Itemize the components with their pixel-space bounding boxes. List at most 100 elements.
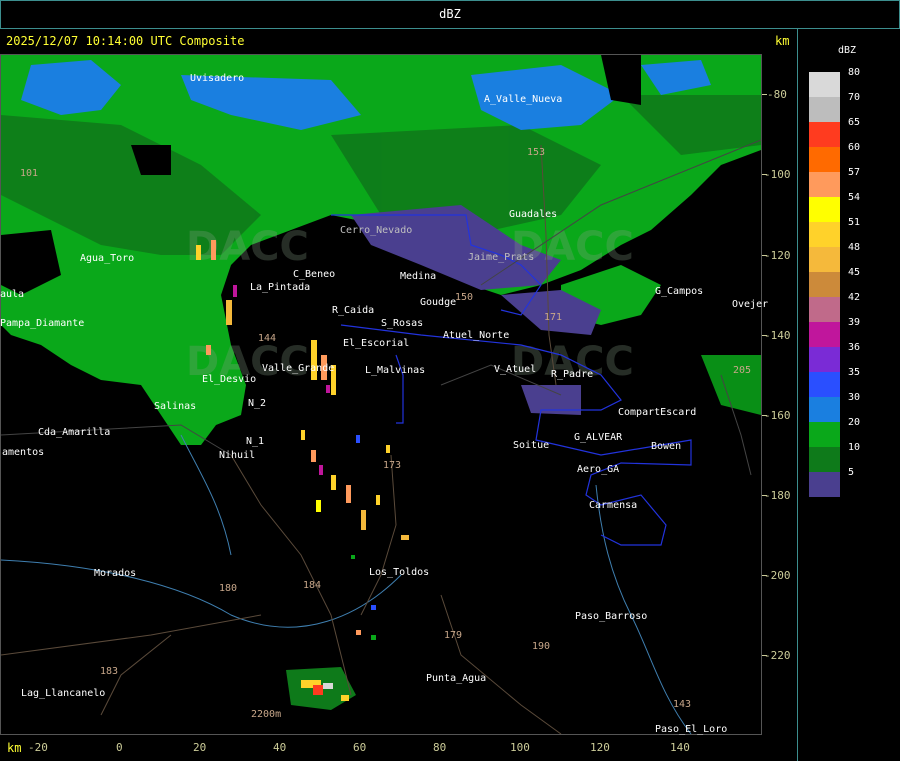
legend-swatch <box>809 72 840 97</box>
x-tick-label: 120 <box>590 741 610 754</box>
legend-label: 48 <box>848 242 861 253</box>
route-label: 184 <box>303 580 322 591</box>
legend-label: 39 <box>848 317 861 328</box>
place-label: Paso_Barroso <box>575 611 648 622</box>
place-label: Goudge <box>420 297 457 308</box>
legend-swatch <box>809 247 840 272</box>
y-tick-label: -100 <box>764 168 791 181</box>
y-tick-label: -220 <box>764 649 791 662</box>
y-axis-unit: km <box>775 34 790 48</box>
place-label: Bowen <box>651 441 682 452</box>
place-label: Uvisadero <box>190 73 245 84</box>
place-label: El_Escorial <box>343 338 410 349</box>
place-label: N_2 <box>248 398 267 409</box>
place-label: La_Pintada <box>250 282 311 293</box>
legend-label: 51 <box>848 217 861 228</box>
place-label: Punta_Agua <box>426 673 487 684</box>
legend-label: 70 <box>848 92 861 103</box>
place-label: G_ALVEAR <box>574 432 623 443</box>
place-label: V_Atuel <box>494 364 537 375</box>
legend-label: 57 <box>848 167 861 178</box>
legend-label: 36 <box>848 342 861 353</box>
x-tick-label: 40 <box>273 741 287 754</box>
legend-swatch <box>809 372 840 397</box>
place-label: Carmensa <box>589 500 638 511</box>
legend-swatch <box>809 472 840 497</box>
legend-label: 20 <box>848 417 861 428</box>
place-label: G_Campos <box>655 286 704 297</box>
legend-swatch <box>809 222 840 247</box>
legend-swatch <box>809 197 840 222</box>
place-label: A_Valle_Nueva <box>484 94 563 105</box>
dbz-legend: dBZ 80 70 65 60 57 54 51 48 45 42 39 36 35 30 20 10 5 <box>800 40 900 497</box>
route-label: 180 <box>219 583 238 594</box>
route-label: 205 <box>733 365 752 376</box>
radar-composite-image: DACC DACC DACC DACC <box>1 55 761 734</box>
legend-label: 65 <box>848 117 861 128</box>
place-label: Los_Toldos <box>369 567 430 578</box>
route-label: 173 <box>383 460 402 471</box>
place-label: Lag_Llancanelo <box>21 688 106 699</box>
x-tick-label: 140 <box>670 741 690 754</box>
place-label: amentos <box>2 447 45 458</box>
y-axis: -80 -100 -120 -140 -160 -180 -200 -220 <box>762 54 796 735</box>
place-label: C_Beneo <box>293 269 336 280</box>
place-label: Medina <box>400 271 437 282</box>
legend-label: 30 <box>848 392 861 403</box>
legend-label: 35 <box>848 367 861 378</box>
legend-label: 54 <box>848 192 861 203</box>
y-tick-label: -140 <box>764 329 791 342</box>
route-label: 150 <box>455 292 474 303</box>
x-axis: -20 0 20 40 60 80 100 120 140 <box>0 735 762 761</box>
legend-label: 45 <box>848 267 861 278</box>
x-tick-label: 80 <box>433 741 447 754</box>
legend-swatch <box>809 97 840 122</box>
svg-text:DACC: DACC <box>511 224 634 270</box>
route-label: 153 <box>527 147 546 158</box>
legend-swatch <box>809 297 840 322</box>
legend-swatch <box>809 347 840 372</box>
place-label: S_Rosas <box>381 318 424 329</box>
route-label: 144 <box>258 333 277 344</box>
place-label: Soitue <box>513 440 550 451</box>
place-label: N_1 <box>246 436 265 447</box>
y-tick-label: -200 <box>764 569 791 582</box>
legend-swatch <box>809 447 840 472</box>
place-label: Pampa_Diamante <box>0 318 85 329</box>
legend-label: 5 <box>848 467 855 478</box>
x-tick-label: 100 <box>510 741 530 754</box>
x-tick-label: -20 <box>28 741 48 754</box>
route-label: 183 <box>100 666 119 677</box>
legend-swatch <box>809 147 840 172</box>
x-tick-label: 20 <box>193 741 207 754</box>
route-label: 171 <box>544 312 563 323</box>
y-tick-label: -180 <box>764 489 791 502</box>
place-label: Paso_El_Loro <box>655 724 728 735</box>
place-label: Cerro_Nevado <box>340 225 413 236</box>
y-tick-label: -80 <box>767 88 787 101</box>
radar-map[interactable]: DACC DACC DACC DACC <box>0 54 762 735</box>
place-label: El_Desvio <box>202 374 257 385</box>
legend-label: 60 <box>848 142 861 153</box>
x-tick-label: 0 <box>116 741 123 754</box>
x-tick-label: 60 <box>353 741 367 754</box>
place-label: Atuel_Norte <box>443 330 510 341</box>
legend-swatch <box>809 172 840 197</box>
svg-text:DACC: DACC <box>186 224 309 270</box>
place-label: Guadales <box>509 209 558 220</box>
route-label: 101 <box>20 168 39 179</box>
place-label: L_Malvinas <box>365 365 426 376</box>
legend-swatch <box>809 272 840 297</box>
legend-swatch <box>809 422 840 447</box>
timestamp-header: 2025/12/07 10:14:00 UTC Composite <box>6 34 245 48</box>
place-label: Agua_Toro <box>80 253 135 264</box>
place-label: Aero_GA <box>577 464 620 475</box>
place-label: Nihuil <box>219 450 256 461</box>
legend-label: 10 <box>848 442 861 453</box>
y-tick-label: -160 <box>764 409 791 422</box>
place-label: R_Caida <box>332 305 375 316</box>
legend-label: 80 <box>848 67 861 78</box>
legend-title: dBZ <box>838 45 857 56</box>
place-label: aula <box>0 289 25 300</box>
place-label: R_Padre <box>551 369 594 380</box>
